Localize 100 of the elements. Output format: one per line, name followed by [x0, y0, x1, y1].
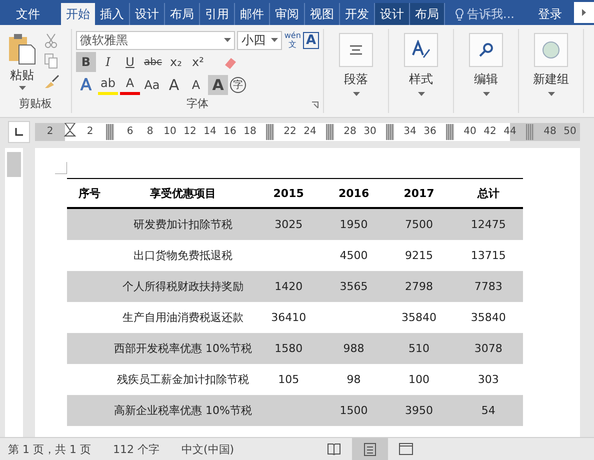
sign-in-link[interactable]: 登录 [524, 0, 562, 25]
lightbulb-icon [455, 8, 464, 20]
paste-button[interactable]: 粘贴 [6, 31, 38, 92]
caret-icon [18, 86, 26, 90]
font-tool-button[interactable]: Aa [142, 74, 162, 95]
phonetic-guide-button[interactable]: wén 文 [284, 31, 301, 50]
font-tool-button[interactable]: 字 [230, 76, 246, 93]
ribbon-tab[interactable]: 开始 [61, 3, 95, 25]
font-tool-button[interactable]: A [208, 74, 228, 95]
ruler-number: 6 [126, 126, 134, 137]
caret-icon [224, 38, 232, 42]
ribbon-tab[interactable]: 布局 [410, 3, 445, 25]
language-indicator[interactable]: 中文(中国) [181, 442, 234, 456]
ruler-number: 36 [422, 126, 438, 137]
table-cell: 个人所得税财政扶持奖励 [112, 271, 254, 302]
font-tool-button[interactable]: abc [142, 52, 164, 72]
ribbon-group-button[interactable]: 样式 [389, 29, 454, 113]
table-cell: 3565 [323, 271, 384, 302]
table-cell: 36410 [254, 302, 324, 333]
font-tool-button[interactable]: I [98, 52, 118, 72]
table-cell: 7500 [384, 208, 454, 240]
margin-marker[interactable] [106, 124, 114, 140]
table-cell: 高新企业税率优惠 10%节税 [112, 395, 254, 426]
table-cell [67, 395, 112, 426]
font-tool-button[interactable]: B [76, 52, 96, 72]
ruler-number: 42 [482, 126, 498, 137]
dialog-launcher-icon[interactable] [311, 101, 319, 109]
scissors-icon[interactable] [44, 33, 58, 49]
word-count[interactable]: 112 个字 [112, 442, 160, 456]
margin-marker[interactable] [446, 124, 454, 140]
table-cell: 100 [384, 364, 454, 395]
brush-icon[interactable] [44, 73, 60, 89]
table-cell: 3078 [454, 333, 523, 364]
font-tool-button[interactable]: ab [98, 74, 118, 95]
page-count[interactable]: 第 1 页，共 1 页 [8, 442, 91, 456]
table-cell: 13715 [454, 240, 523, 271]
search-icon [478, 42, 494, 58]
margin-marker[interactable] [526, 124, 534, 140]
font-name-field[interactable]: 微软雅黑 [76, 30, 236, 50]
ribbon-group-button[interactable]: 编辑 [454, 29, 519, 113]
font-tool-button[interactable]: A [76, 74, 96, 95]
table-cell: 105 [254, 364, 324, 395]
ruler-number: 16 [222, 126, 238, 137]
font-tool-button[interactable]: x² [188, 52, 208, 72]
table-cell: 3025 [254, 208, 324, 240]
ribbon-group-button[interactable]: 新建组 [519, 29, 584, 113]
ruler-number: 40 [462, 126, 478, 137]
table-cell: 1580 [254, 333, 324, 364]
table-cell: 1420 [254, 271, 324, 302]
font-tool-button[interactable]: A [164, 74, 184, 95]
ruler-number: 28 [342, 126, 358, 137]
caret-icon [352, 92, 360, 96]
arrow-right-icon [582, 9, 586, 16]
font-tool-button[interactable]: U [120, 52, 140, 72]
font-size-field[interactable]: 小四 [237, 30, 282, 50]
table-cell: 1950 [323, 208, 384, 240]
group-label: 字体 [186, 96, 208, 112]
table-cell: 7783 [454, 271, 523, 302]
align-icon [349, 45, 363, 55]
ruler-number: 10 [162, 126, 178, 137]
caret-icon [271, 38, 278, 42]
caret-icon [548, 92, 554, 96]
scroll-button[interactable] [574, 2, 594, 23]
caret-icon [418, 92, 424, 96]
ribbon-tab[interactable]: 文件 [0, 3, 56, 25]
table-cell: 54 [454, 395, 523, 426]
table-cell: 510 [384, 333, 454, 364]
ribbon-group-button[interactable]: 段落 [324, 29, 389, 113]
tell-me-field[interactable]: 告诉我... [455, 0, 514, 25]
ruler-number: 30 [362, 126, 378, 137]
table-cell: 出口货物免费抵退税 [112, 240, 254, 271]
table-cell: 残疾员工薪金加计扣除节税 [112, 364, 254, 395]
table-cell: 研发费加计扣除节税 [112, 208, 254, 240]
font-tool-button[interactable]: x₂ [166, 52, 186, 72]
margin-marker[interactable] [266, 124, 274, 140]
table-cell: 9215 [384, 240, 454, 271]
font-tool-button[interactable]: A [120, 74, 140, 95]
styles-icon [411, 40, 431, 60]
margin-marker[interactable] [386, 124, 394, 140]
character-border-button[interactable]: A [302, 32, 319, 49]
table-cell: 98 [323, 364, 384, 395]
caret-icon [482, 92, 490, 96]
table-cell: 2798 [384, 271, 454, 302]
tab-selector-button[interactable] [8, 120, 30, 142]
view-button[interactable] [352, 438, 388, 460]
table-cell [67, 271, 112, 302]
ruler-number: 2 [46, 126, 54, 137]
ruler-number: 8 [146, 126, 154, 137]
web-page-icon [399, 443, 413, 455]
table-cell: 35840 [454, 302, 523, 333]
tab-stop-icon [15, 128, 23, 136]
table-cell [67, 333, 112, 364]
font-tool-button[interactable]: A [186, 74, 206, 95]
ribbon-tab[interactable]: 设计 [375, 3, 410, 25]
margin-marker[interactable] [326, 124, 334, 140]
group-label: 剪贴板 [18, 96, 53, 112]
ruler-number: 48 [542, 126, 558, 137]
book-icon [327, 443, 341, 455]
page-icon [364, 442, 376, 456]
table-cell: 12475 [454, 208, 523, 240]
